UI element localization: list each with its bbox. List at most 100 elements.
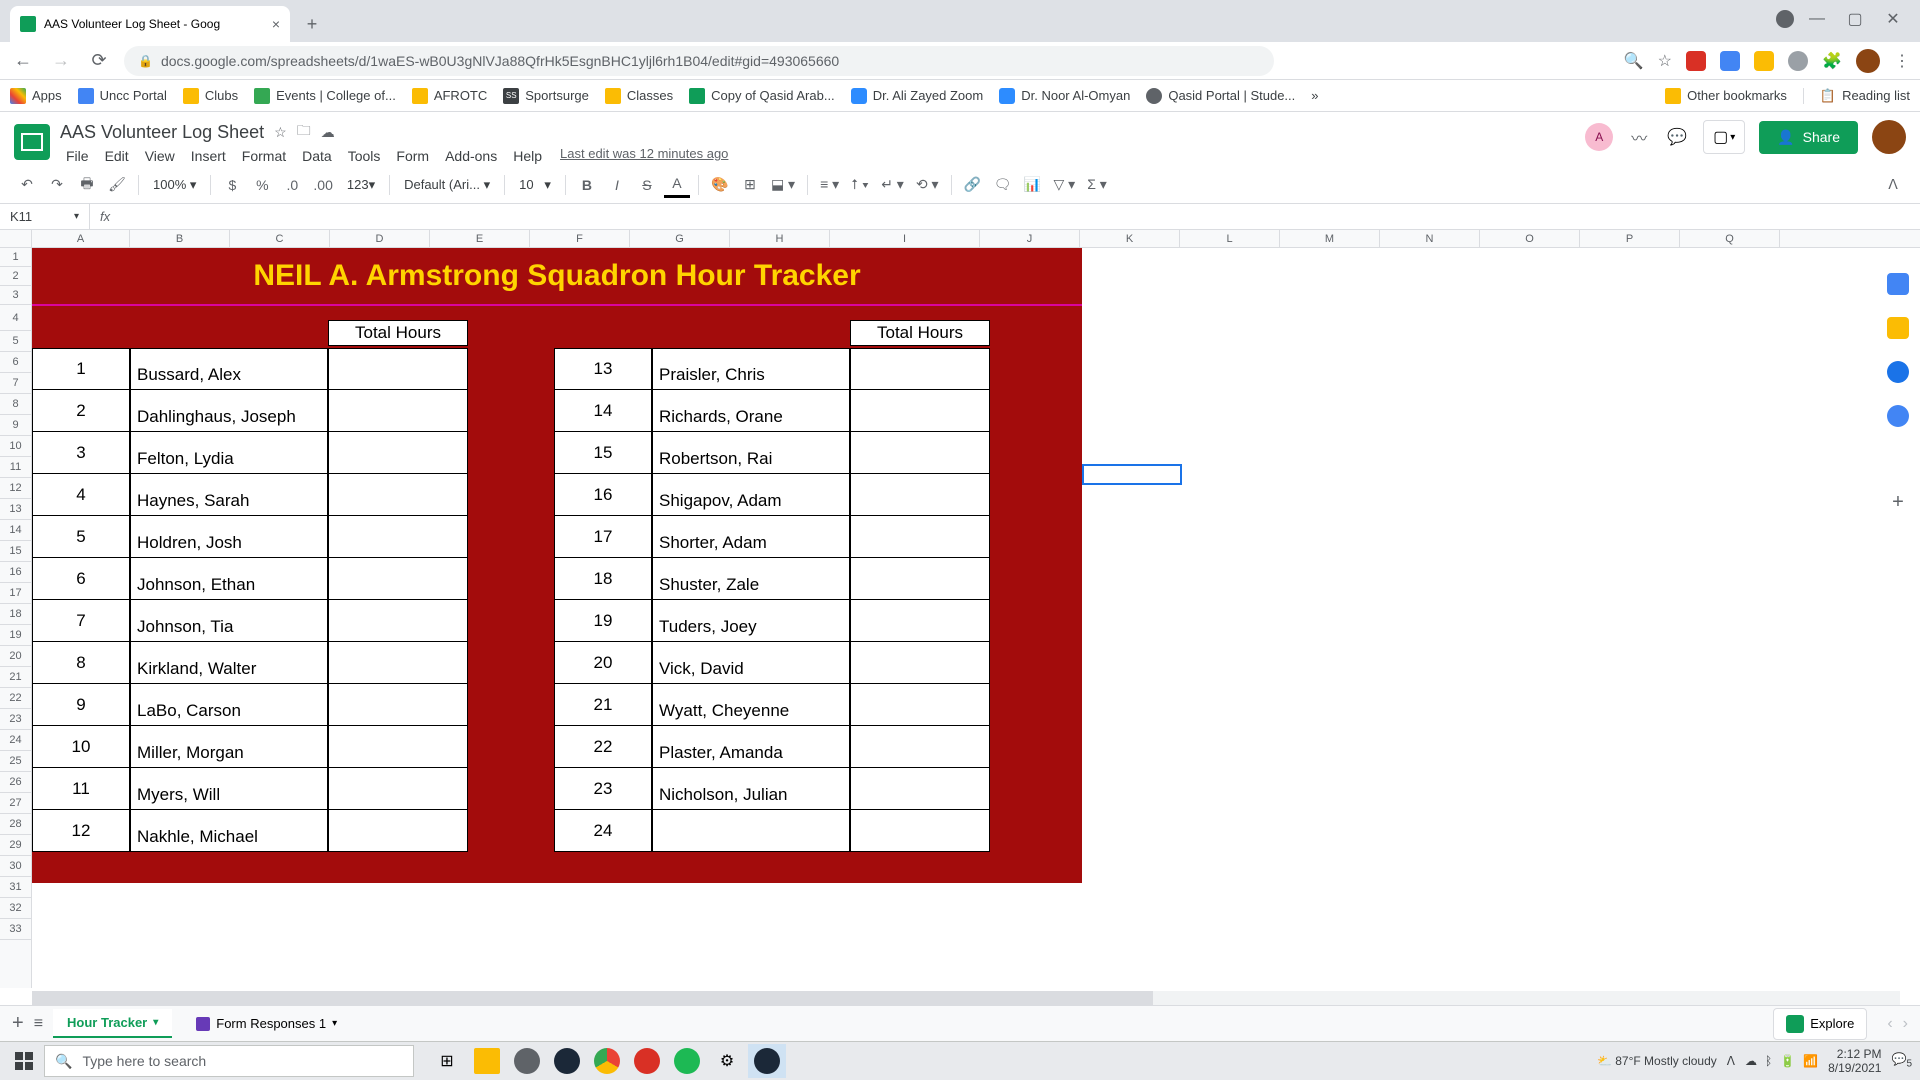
bookmark-uncc[interactable]: Uncc Portal: [78, 88, 167, 104]
maximize-icon[interactable]: ▢: [1840, 4, 1870, 34]
hours-cell[interactable]: [328, 432, 468, 474]
close-tab-icon[interactable]: ×: [272, 16, 280, 32]
move-icon[interactable]: 🗀: [297, 120, 311, 144]
row-header-4[interactable]: 4: [0, 305, 31, 331]
sheet-tab-hour-tracker[interactable]: Hour Tracker▾: [53, 1009, 172, 1038]
notifications-icon[interactable]: 💬5: [1891, 1052, 1912, 1069]
text-color-icon[interactable]: A: [664, 172, 690, 198]
selected-cell[interactable]: [1082, 464, 1182, 485]
ext-icon-2[interactable]: [1754, 51, 1774, 71]
col-header-D[interactable]: D: [330, 230, 430, 247]
taskbar-app-1[interactable]: [508, 1044, 546, 1078]
keep-icon[interactable]: [1887, 317, 1909, 339]
hours-cell[interactable]: [850, 516, 990, 558]
back-icon[interactable]: ←: [10, 48, 36, 74]
bookmark-star-icon[interactable]: ☆: [1658, 51, 1672, 71]
sheet-scroll-right-icon[interactable]: ›: [1903, 1015, 1908, 1033]
last-edit-link[interactable]: Last edit was 12 minutes ago: [560, 146, 728, 166]
wrap-icon[interactable]: ↵ ▾: [877, 172, 908, 198]
bookmark-qasid-portal[interactable]: Qasid Portal | Stude...: [1146, 88, 1295, 104]
row-header-5[interactable]: 5: [0, 331, 31, 352]
redo-icon[interactable]: ↷: [44, 172, 70, 198]
h-align-icon[interactable]: ≡ ▾: [816, 172, 843, 198]
row-header-31[interactable]: 31: [0, 877, 31, 898]
hours-cell[interactable]: [328, 600, 468, 642]
chrome-menu-icon[interactable]: ⋮: [1894, 51, 1910, 71]
row-header-29[interactable]: 29: [0, 835, 31, 856]
format-123[interactable]: 123▾: [341, 177, 381, 193]
row-header-22[interactable]: 22: [0, 688, 31, 709]
hours-cell[interactable]: [850, 810, 990, 852]
bookmark-sportsurge[interactable]: SSSportsurge: [503, 88, 589, 104]
bookmark-afrotc[interactable]: AFROTC: [412, 88, 487, 104]
row-header-26[interactable]: 26: [0, 772, 31, 793]
chart-icon[interactable]: 📊: [1020, 172, 1046, 198]
percent-icon[interactable]: %: [249, 172, 275, 198]
sheet-canvas[interactable]: NEIL A. Armstrong Squadron Hour Tracker …: [32, 248, 1920, 988]
row-header-13[interactable]: 13: [0, 499, 31, 520]
scrollbar-thumb[interactable]: [32, 991, 1153, 1005]
minimize-icon[interactable]: —: [1802, 4, 1832, 34]
fill-color-icon[interactable]: 🎨: [707, 172, 733, 198]
row-header-33[interactable]: 33: [0, 919, 31, 940]
col-header-B[interactable]: B: [130, 230, 230, 247]
row-header-2[interactable]: 2: [0, 267, 31, 286]
ext-icon-3[interactable]: [1788, 51, 1808, 71]
hours-cell[interactable]: [328, 390, 468, 432]
row-header-21[interactable]: 21: [0, 667, 31, 688]
row-header-25[interactable]: 25: [0, 751, 31, 772]
link-icon[interactable]: 🔗: [960, 172, 986, 198]
account-indicator-icon[interactable]: [1776, 10, 1794, 28]
formula-input[interactable]: [120, 204, 1920, 229]
chevron-down-icon[interactable]: ▾: [153, 1017, 158, 1028]
bluetooth-icon[interactable]: ᛒ: [1765, 1054, 1772, 1068]
cloud-status-icon[interactable]: ☁: [321, 124, 335, 141]
browser-tab[interactable]: AAS Volunteer Log Sheet - Goog ×: [10, 6, 290, 42]
row-header-30[interactable]: 30: [0, 856, 31, 877]
bookmark-qasid-copy[interactable]: Copy of Qasid Arab...: [689, 88, 835, 104]
row-header-3[interactable]: 3: [0, 286, 31, 305]
hours-cell[interactable]: [850, 348, 990, 390]
hours-cell[interactable]: [328, 768, 468, 810]
tasks-icon[interactable]: [1887, 361, 1909, 383]
hours-cell[interactable]: [850, 600, 990, 642]
menu-edit[interactable]: Edit: [99, 146, 135, 166]
col-header-E[interactable]: E: [430, 230, 530, 247]
currency-icon[interactable]: $: [219, 172, 245, 198]
bookmark-events[interactable]: Events | College of...: [254, 88, 396, 104]
decrease-decimal-icon[interactable]: .0: [279, 172, 305, 198]
row-header-12[interactable]: 12: [0, 478, 31, 499]
collaborator-avatar[interactable]: A: [1585, 123, 1613, 151]
row-header-20[interactable]: 20: [0, 646, 31, 667]
undo-icon[interactable]: ↶: [14, 172, 40, 198]
col-header-C[interactable]: C: [230, 230, 330, 247]
url-input[interactable]: 🔒 docs.google.com/spreadsheets/d/1waES-w…: [124, 46, 1274, 76]
hours-cell[interactable]: [328, 516, 468, 558]
hours-cell[interactable]: [850, 684, 990, 726]
menu-format[interactable]: Format: [236, 146, 292, 166]
hours-cell[interactable]: [328, 642, 468, 684]
explore-button[interactable]: Explore: [1773, 1008, 1867, 1040]
hours-cell[interactable]: [328, 558, 468, 600]
print-icon[interactable]: 🖶: [74, 172, 100, 198]
horizontal-scrollbar[interactable]: [32, 991, 1900, 1005]
snip-icon[interactable]: [628, 1044, 666, 1078]
borders-icon[interactable]: ⊞: [737, 172, 763, 198]
sheets-logo-icon[interactable]: [14, 124, 50, 160]
row-header-19[interactable]: 19: [0, 625, 31, 646]
sheet-tab-form-responses[interactable]: Form Responses 1▾: [182, 1010, 351, 1037]
steam-icon[interactable]: [548, 1044, 586, 1078]
col-header-O[interactable]: O: [1480, 230, 1580, 247]
select-all-corner[interactable]: [0, 230, 32, 248]
system-clock[interactable]: 2:12 PM 8/19/2021: [1828, 1047, 1881, 1076]
pdf-ext-icon[interactable]: [1686, 51, 1706, 71]
all-sheets-icon[interactable]: ≡: [34, 1015, 43, 1033]
functions-icon[interactable]: Σ ▾: [1083, 172, 1111, 198]
zoom-icon[interactable]: 🔍: [1624, 51, 1644, 71]
onedrive-icon[interactable]: ☁: [1745, 1054, 1757, 1068]
font-select[interactable]: Default (Ari... ▾: [398, 177, 496, 193]
ext-icon-1[interactable]: [1720, 51, 1740, 71]
bookmark-zoom-ali[interactable]: Dr. Ali Zayed Zoom: [851, 88, 984, 104]
zoom-select[interactable]: 100% ▾: [147, 177, 202, 193]
hours-cell[interactable]: [850, 768, 990, 810]
